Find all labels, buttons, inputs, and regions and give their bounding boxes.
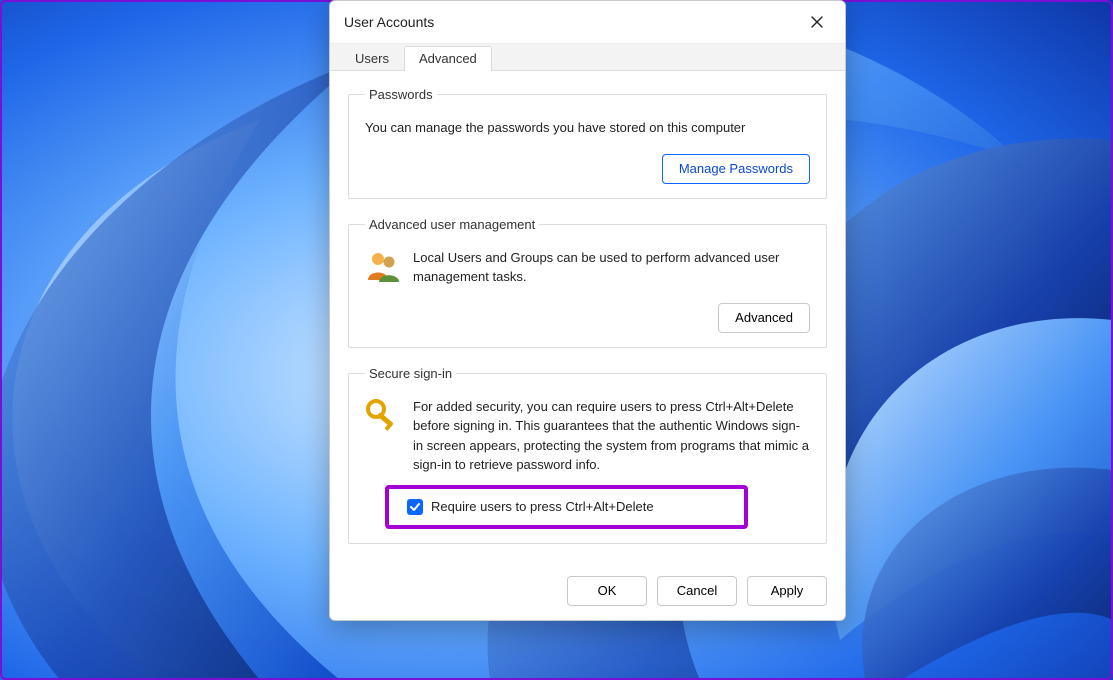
close-button[interactable] [799, 7, 835, 37]
dialog-body: Passwords You can manage the passwords y… [330, 71, 845, 568]
desktop: User Accounts Users Advanced Passwords Y… [0, 0, 1113, 680]
tabstrip: Users Advanced [330, 43, 845, 71]
cancel-button[interactable]: Cancel [657, 576, 737, 606]
titlebar: User Accounts [330, 1, 845, 43]
highlight-box: Require users to press Ctrl+Alt+Delete [385, 485, 748, 529]
close-icon [811, 16, 823, 28]
group-user-management: Advanced user management Local Users and… [348, 217, 827, 348]
passwords-desc: You can manage the passwords you have st… [365, 118, 810, 138]
group-passwords: Passwords You can manage the passwords y… [348, 87, 827, 199]
secure-signin-desc: For added security, you can require user… [413, 397, 810, 475]
checkbox-icon [407, 499, 423, 515]
dialog-buttons: OK Cancel Apply [330, 568, 845, 620]
tab-advanced[interactable]: Advanced [404, 46, 492, 71]
group-secure-signin: Secure sign-in For added security, you c… [348, 366, 827, 544]
dialog-title: User Accounts [344, 14, 434, 30]
require-cad-checkbox[interactable]: Require users to press Ctrl+Alt+Delete [397, 493, 664, 521]
apply-button[interactable]: Apply [747, 576, 827, 606]
advanced-button[interactable]: Advanced [718, 303, 810, 333]
manage-passwords-button[interactable]: Manage Passwords [662, 154, 810, 184]
ok-button[interactable]: OK [567, 576, 647, 606]
key-icon [365, 397, 401, 433]
group-passwords-legend: Passwords [365, 87, 437, 102]
require-cad-label: Require users to press Ctrl+Alt+Delete [431, 499, 654, 514]
user-accounts-dialog: User Accounts Users Advanced Passwords Y… [329, 0, 846, 621]
group-user-management-legend: Advanced user management [365, 217, 539, 232]
user-management-desc: Local Users and Groups can be used to pe… [413, 248, 810, 287]
tab-users[interactable]: Users [340, 46, 404, 71]
users-icon [365, 248, 401, 284]
group-secure-signin-legend: Secure sign-in [365, 366, 456, 381]
